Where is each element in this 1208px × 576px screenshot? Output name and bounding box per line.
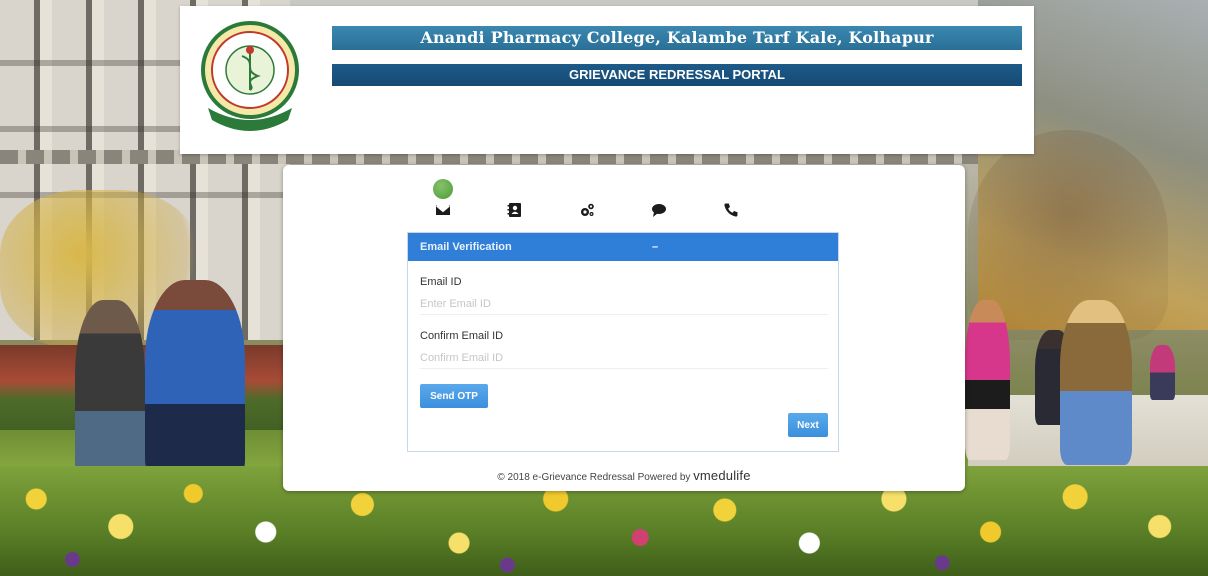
- student-figure: [1150, 345, 1175, 400]
- step-gears[interactable]: [574, 199, 600, 221]
- panel-header[interactable]: Email Verification –: [408, 233, 838, 261]
- send-otp-button[interactable]: Send OTP: [420, 384, 488, 408]
- footer-copyright: © 2018 e-Grievance Redressal Powered by: [497, 472, 694, 483]
- panel-title: Email Verification: [420, 241, 512, 253]
- step-contact-card[interactable]: [502, 199, 528, 221]
- contact-card-icon: [507, 203, 521, 217]
- next-button[interactable]: Next: [788, 413, 828, 437]
- student-figure: [145, 280, 245, 480]
- college-title: Anandi Pharmacy College, Kalambe Tarf Ka…: [332, 26, 1022, 50]
- header-card: Anandi Pharmacy College, Kalambe Tarf Ka…: [180, 6, 1034, 154]
- confirm-email-input[interactable]: [420, 347, 828, 369]
- college-emblem-icon: [198, 20, 302, 138]
- email-verification-panel: Email Verification – Email ID Confirm Em…: [407, 232, 839, 452]
- collapse-icon[interactable]: –: [652, 233, 658, 261]
- gears-icon: [581, 203, 594, 216]
- email-input[interactable]: [420, 293, 828, 315]
- email-label: Email ID: [420, 276, 462, 288]
- speech-bubble-icon: [652, 204, 666, 217]
- step-phone[interactable]: [718, 199, 744, 221]
- verification-card: Email Verification – Email ID Confirm Em…: [283, 165, 965, 491]
- student-figure: [965, 300, 1010, 460]
- active-step-dot: [433, 179, 453, 199]
- footer-brand-link[interactable]: vmedulife: [693, 468, 750, 483]
- confirm-email-label: Confirm Email ID: [420, 330, 504, 342]
- envelope-icon: [436, 205, 450, 215]
- step-indicator: [283, 177, 965, 227]
- portal-title: GRIEVANCE REDRESSAL PORTAL: [332, 64, 1022, 86]
- phone-icon: [724, 203, 738, 217]
- step-comment[interactable]: [646, 199, 672, 221]
- student-figure: [75, 300, 145, 485]
- step-envelope[interactable]: [430, 199, 456, 221]
- student-figure: [1060, 300, 1132, 465]
- footer: © 2018 e-Grievance Redressal Powered by …: [283, 468, 965, 483]
